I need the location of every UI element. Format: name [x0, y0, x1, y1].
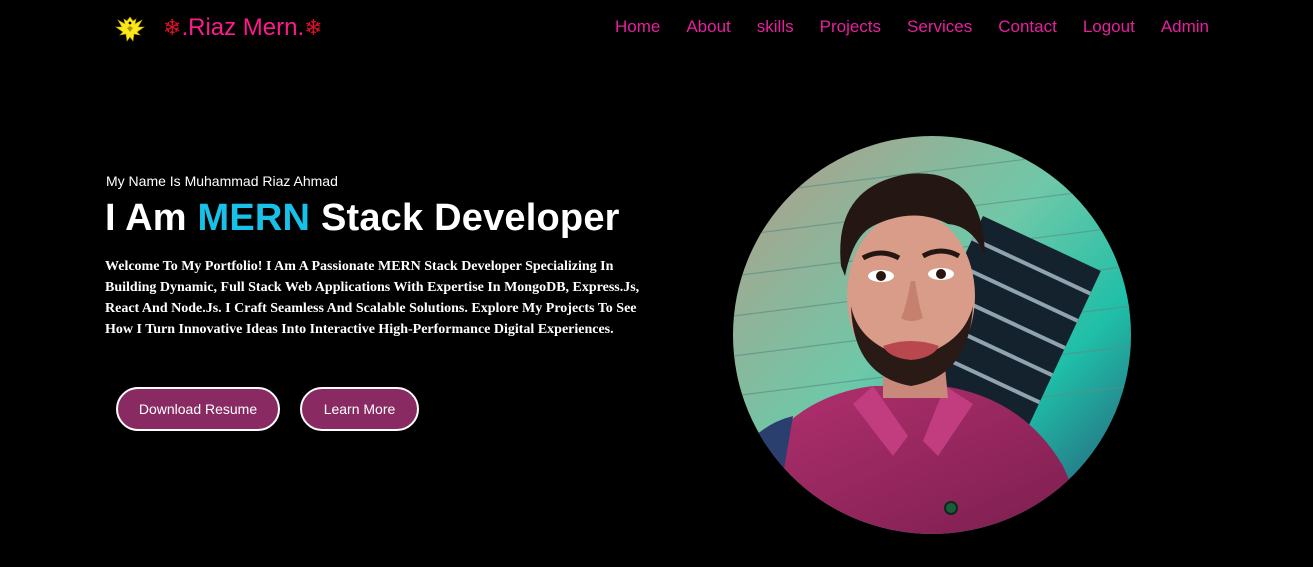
- hero-headline: I Am MERN Stack Developer: [105, 197, 620, 240]
- snowflake-icon: ❄: [163, 15, 182, 40]
- headline-prefix: I Am: [105, 197, 198, 239]
- nav-home[interactable]: Home: [615, 15, 660, 39]
- nav-skills[interactable]: skills: [757, 15, 794, 39]
- nav-projects[interactable]: Projects: [820, 15, 881, 39]
- hero-description: Welcome To My Portfolio! I Am A Passiona…: [105, 259, 640, 337]
- brand-logo[interactable]: ❄ .Riaz Mern. ❄: [163, 12, 323, 44]
- intro-text: My Name Is Muhammad Riaz Ahmad: [106, 173, 338, 189]
- profile-photo-illustration: [733, 136, 1131, 534]
- nav-contact[interactable]: Contact: [998, 15, 1057, 39]
- eagle-icon[interactable]: [114, 14, 146, 46]
- site-header: ❄ .Riaz Mern. ❄ Home About skills Projec…: [0, 0, 1313, 56]
- brand-name: .Riaz Mern.: [181, 14, 305, 41]
- download-resume-button[interactable]: Download Resume: [116, 387, 280, 431]
- learn-more-button[interactable]: Learn More: [300, 387, 419, 431]
- nav-admin[interactable]: Admin: [1161, 15, 1209, 39]
- headline-accent: MERN: [197, 197, 311, 239]
- main-nav: Home About skills Projects Services Cont…: [589, 15, 1209, 39]
- profile-photo: [733, 136, 1131, 534]
- headline-suffix: Stack Developer: [310, 197, 620, 239]
- nav-about[interactable]: About: [686, 15, 730, 39]
- nav-services[interactable]: Services: [907, 15, 972, 39]
- nav-logout[interactable]: Logout: [1083, 15, 1135, 39]
- snowflake-icon: ❄: [304, 15, 323, 40]
- page: ❄ .Riaz Mern. ❄ Home About skills Projec…: [0, 0, 1313, 567]
